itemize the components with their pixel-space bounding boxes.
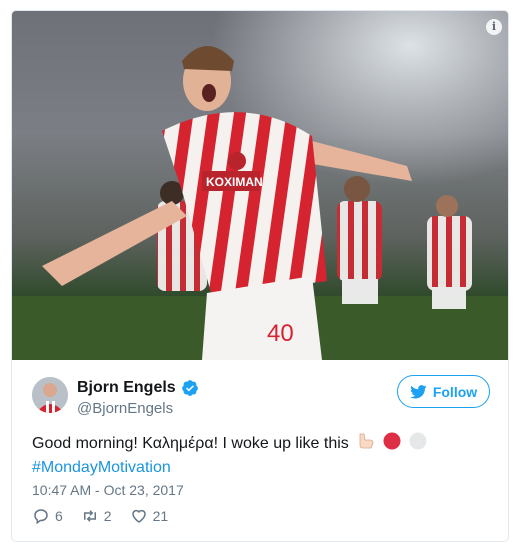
verified-badge-icon	[181, 380, 198, 396]
tweet-actions: 6 2 21	[32, 507, 186, 525]
hand-emoji-icon	[359, 433, 374, 449]
reply-count: 6	[55, 508, 63, 524]
follow-button-label: Follow	[432, 383, 478, 400]
info-icon[interactable]: i	[486, 19, 502, 35]
retweet-count: 2	[103, 508, 112, 524]
display-name[interactable]: Bjorn Engels	[77, 379, 176, 397]
football-celebration-photo: KOXIMAN 40	[12, 11, 508, 360]
reply-button[interactable]: 6	[32, 507, 63, 525]
follow-button[interactable]: Follow	[397, 375, 490, 408]
twitter-bird-icon	[409, 384, 427, 398]
like-count: 21	[152, 508, 169, 524]
author-name-row[interactable]: Bjorn Engels	[77, 379, 199, 397]
retweet-icon	[83, 510, 96, 522]
author-handle[interactable]: @BjornEngels	[77, 400, 173, 417]
tweet-text: Good morning! Καλημέρα! I woke up like t…	[32, 431, 492, 480]
reply-icon	[34, 509, 48, 525]
tweet-photo[interactable]: KOXIMAN 40 i	[12, 11, 508, 360]
red-circle-emoji-icon	[383, 432, 401, 450]
hashtag-link[interactable]: #MondayMotivation	[32, 459, 171, 476]
white-circle-emoji-icon	[409, 432, 427, 450]
jersey-number-text: 40	[267, 320, 294, 347]
like-button[interactable]: 21	[130, 507, 169, 525]
tweet-timestamp[interactable]: 10:47 AM - Oct 23, 2017	[32, 482, 184, 498]
heart-icon	[131, 509, 146, 523]
tweet-body: Good morning! Καλημέρα! I woke up like t…	[32, 435, 349, 452]
jersey-sponsor-text: KOXIMAN	[206, 175, 263, 189]
retweet-button[interactable]: 2	[81, 507, 112, 525]
tweet-card: KOXIMAN 40 i Bjorn Engels @BjornEngels F…	[11, 10, 509, 542]
avatar[interactable]	[32, 377, 68, 413]
